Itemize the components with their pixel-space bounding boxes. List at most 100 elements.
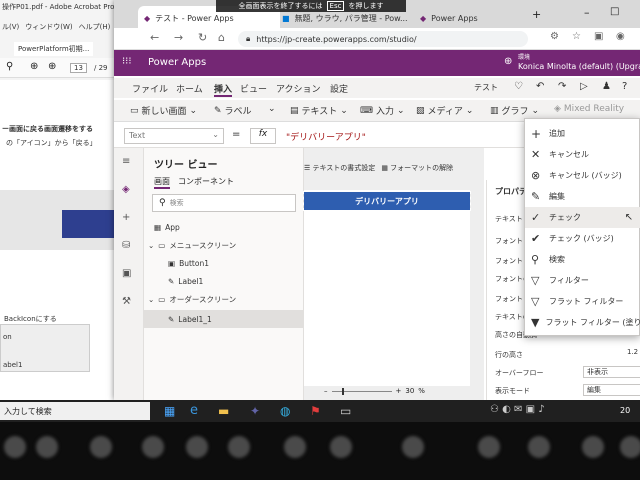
app-screen[interactable]: デリバリーアプリ bbox=[303, 190, 471, 386]
tree-item-label1[interactable]: ✎ Label1 bbox=[144, 272, 328, 290]
data-icon[interactable]: ⛁ bbox=[122, 240, 130, 251]
tools-icon[interactable]: ⚒ bbox=[122, 296, 131, 307]
app-checker-icon[interactable]: ♡ bbox=[514, 81, 523, 92]
app-launcher-icon[interactable]: ⁝⁝⁝ bbox=[122, 56, 132, 67]
dropdown-item-search[interactable]: ⚲ 検索 bbox=[525, 249, 640, 270]
dropdown-item-add[interactable]: + 追加 bbox=[525, 123, 640, 144]
fx-button[interactable]: fx bbox=[250, 128, 276, 144]
clear-format-button[interactable]: ▦ フォーマットの解除 bbox=[381, 163, 453, 173]
tree-item-order-screen[interactable]: ⌄ ▭ オーダースクリーン bbox=[144, 290, 308, 308]
tab-components[interactable]: コンポーネント bbox=[178, 176, 234, 187]
participant-avatar[interactable] bbox=[228, 436, 250, 458]
window-icon[interactable]: ▭ bbox=[340, 404, 351, 418]
participant-avatar[interactable] bbox=[620, 436, 640, 458]
tree-item-label1-1[interactable]: ✎Label1_1··· bbox=[144, 310, 328, 328]
media-button[interactable]: ▧ メディア ⌄ bbox=[416, 104, 473, 118]
zoom-out-icon[interactable]: – bbox=[324, 387, 328, 395]
menu-file[interactable]: ファイル bbox=[132, 82, 168, 95]
dropdown-item-flat-filter[interactable]: ▽ フラット フィルター bbox=[525, 291, 640, 312]
page-up-icon[interactable]: ⊕ bbox=[30, 61, 38, 72]
profile-icon[interactable]: ◉ bbox=[616, 31, 625, 42]
new-screen-button[interactable]: ▭ 新しい画面 ⌄ bbox=[130, 104, 197, 118]
participant-avatar[interactable] bbox=[402, 436, 424, 458]
search-icon[interactable]: ⚲ bbox=[6, 61, 13, 72]
overflow-select[interactable]: 非表示 bbox=[583, 366, 640, 378]
clock[interactable]: 20 bbox=[620, 406, 630, 415]
tray-icons[interactable]: ⚇ ◐ ✉ ▣ ♪ bbox=[490, 404, 545, 415]
participant-avatar[interactable] bbox=[186, 436, 208, 458]
page-down-icon[interactable]: ⊕ bbox=[48, 61, 56, 72]
dropdown-item-filter[interactable]: ▽ フィルター bbox=[525, 270, 640, 291]
acrobat-menu-help[interactable]: ヘルプ(H) bbox=[79, 22, 111, 32]
home-icon[interactable]: ⌂ bbox=[218, 31, 225, 44]
acrobat-menu-window[interactable]: ウィンドウ(W) bbox=[25, 22, 72, 32]
insert-icon[interactable]: + bbox=[122, 212, 130, 223]
participant-avatar[interactable] bbox=[4, 436, 26, 458]
acrobat-menu-view[interactable]: ル(V) bbox=[2, 22, 19, 32]
acrobat-doc-tab[interactable]: PowerPlatform初期... bbox=[14, 42, 94, 56]
menu-action[interactable]: アクション bbox=[276, 82, 321, 95]
page-number-input[interactable]: 13 bbox=[70, 63, 87, 73]
menu-view[interactable]: ビュー bbox=[240, 82, 267, 95]
menu-insert[interactable]: 挿入 bbox=[214, 82, 233, 97]
tab-screens[interactable]: 画面 bbox=[154, 176, 170, 189]
participant-avatar[interactable] bbox=[528, 436, 550, 458]
acrobat-icon[interactable]: ⚑ bbox=[310, 404, 321, 418]
menu-settings[interactable]: 設定 bbox=[330, 82, 348, 95]
help-icon[interactable]: ? bbox=[622, 81, 627, 92]
ribbon-expand-button[interactable]: ⌄ bbox=[268, 104, 276, 114]
favorites-icon[interactable]: ☆ bbox=[572, 31, 581, 42]
maximize-icon[interactable]: □ bbox=[610, 6, 619, 17]
text-button[interactable]: ▤ テキスト ⌄ bbox=[290, 104, 348, 118]
collections-icon[interactable]: ▣ bbox=[594, 31, 603, 42]
dropdown-item-cancel-badge[interactable]: ⊗ キャンセル (バッジ) bbox=[525, 165, 640, 186]
play-icon[interactable]: ▷ bbox=[580, 81, 588, 92]
participant-avatar[interactable] bbox=[478, 436, 500, 458]
participant-avatar[interactable] bbox=[142, 436, 164, 458]
tree-search-input[interactable]: ⚲ 検索 bbox=[152, 194, 296, 212]
zoom-slider[interactable] bbox=[331, 387, 392, 395]
participant-avatar[interactable] bbox=[582, 436, 604, 458]
dropdown-item-cancel[interactable]: ✕ キャンセル bbox=[525, 144, 640, 165]
task-view-icon[interactable]: ▦ bbox=[164, 404, 175, 418]
undo-icon[interactable]: ↶ bbox=[536, 81, 544, 92]
tree-item-button1[interactable]: ▣ Button1 bbox=[144, 254, 328, 272]
hamburger-icon[interactable]: ≡ bbox=[122, 156, 130, 167]
display-mode-select[interactable]: 編集 bbox=[583, 384, 640, 396]
file-explorer-icon[interactable]: ▬ bbox=[218, 404, 229, 418]
property-select[interactable]: Text ⌄ bbox=[124, 128, 224, 144]
zoom-thumb[interactable] bbox=[341, 387, 344, 395]
mixed-reality-button[interactable]: ◈ Mixed Reality bbox=[554, 104, 624, 114]
minimize-icon[interactable]: – bbox=[584, 6, 590, 19]
app-title-label[interactable]: デリバリーアプリ bbox=[303, 191, 471, 211]
participant-avatar[interactable] bbox=[330, 436, 352, 458]
forward-icon[interactable]: → bbox=[174, 31, 183, 44]
tab-powerapps[interactable]: ◆ Power Apps bbox=[414, 6, 536, 30]
tree-item-app[interactable]: ▦ App bbox=[144, 218, 314, 236]
menu-test[interactable]: テスト bbox=[474, 82, 498, 93]
tree-item-menu-screen[interactable]: ⌄ ▭ メニュースクリーン bbox=[144, 236, 308, 254]
url-field[interactable]: 🔒︎ https://jp-create.powerapps.com/studi… bbox=[238, 31, 528, 47]
new-tab-icon[interactable]: + bbox=[532, 8, 541, 21]
dropdown-item-edit[interactable]: ✎ 編集 bbox=[525, 186, 640, 207]
chart-button[interactable]: ▥ グラフ ⌄ bbox=[490, 104, 539, 118]
extensions-icon[interactable]: ⚙ bbox=[550, 31, 559, 42]
user-icon[interactable]: ♟ bbox=[602, 81, 611, 92]
redo-icon[interactable]: ↷ bbox=[558, 81, 566, 92]
teams-icon[interactable]: ✦ bbox=[250, 404, 260, 418]
participant-avatar[interactable] bbox=[284, 436, 306, 458]
media-icon[interactable]: ▣ bbox=[122, 268, 131, 279]
dropdown-item-check-badge[interactable]: ✔ チェック (バッジ) bbox=[525, 228, 640, 249]
taskbar-search-input[interactable]: 入力して検索 bbox=[0, 402, 150, 420]
participant-avatar[interactable] bbox=[90, 436, 112, 458]
participant-avatar[interactable] bbox=[36, 436, 58, 458]
layers-icon[interactable]: ◈ bbox=[122, 184, 130, 195]
refresh-icon[interactable]: ↻ bbox=[198, 31, 207, 44]
zoom-in-icon[interactable]: + bbox=[396, 387, 402, 395]
formula-input[interactable]: "デリバリーアプリ" bbox=[286, 130, 366, 143]
line-height-value[interactable]: 1.2 bbox=[627, 348, 638, 356]
back-icon[interactable]: ← bbox=[150, 31, 159, 44]
dropdown-item-flat-filter-fill[interactable]: ▼ フラット フィルター (塗り bbox=[525, 312, 640, 333]
dropdown-item-check[interactable]: ✓ チェック ↖ bbox=[525, 207, 640, 228]
edge-icon[interactable]: ◍ bbox=[280, 404, 290, 418]
